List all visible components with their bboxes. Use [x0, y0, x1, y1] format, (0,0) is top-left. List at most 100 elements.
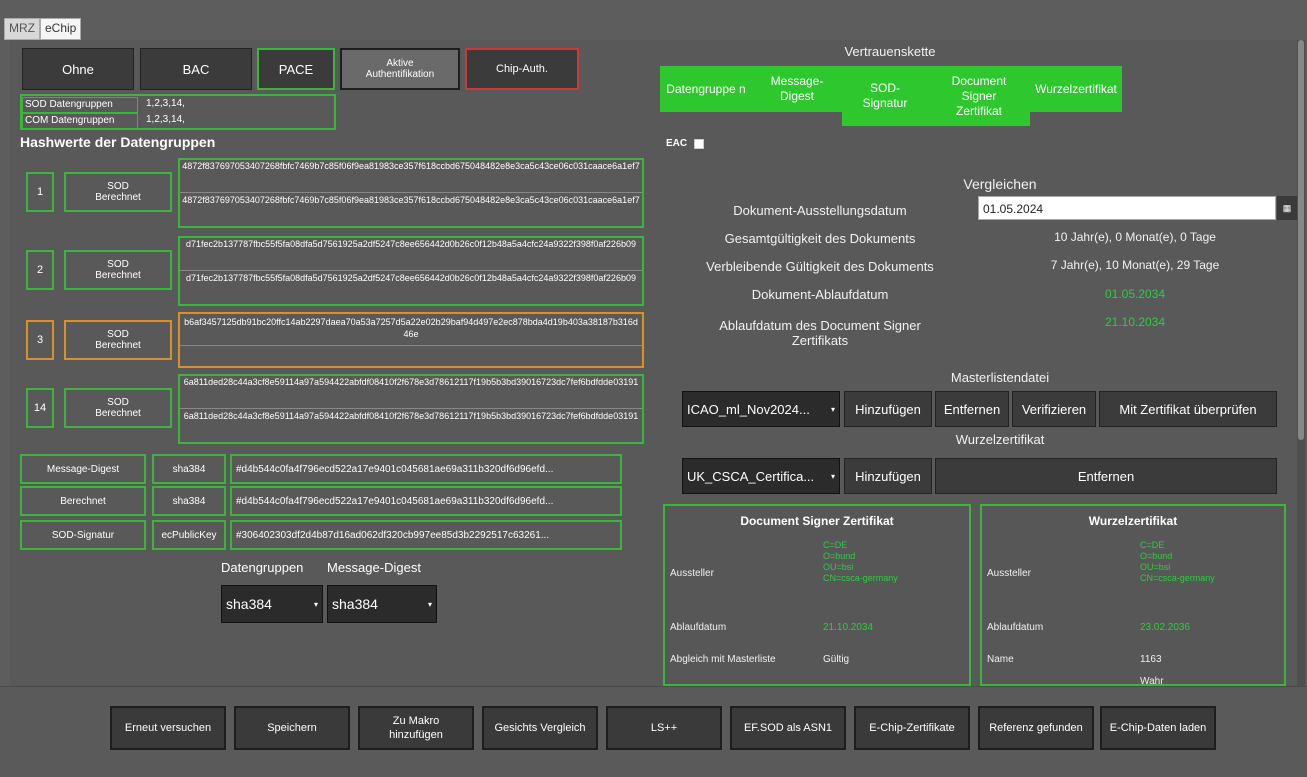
- root-expiry-label: Ablaufdatum: [987, 622, 1044, 633]
- total-validity-label: Gesamtgültigkeit des Dokuments: [724, 231, 916, 246]
- group-number: 3: [26, 320, 54, 360]
- group-label: SOD Berechnet: [64, 250, 172, 290]
- digest-row-value: #306402303df2d4b87d16ad062df320cb997ee85…: [230, 520, 622, 550]
- sod-datagroups-value: 1,2,3,14,: [146, 98, 185, 109]
- masterlist-remove-button[interactable]: Entfernen: [935, 391, 1009, 427]
- tab-echip[interactable]: eChip: [40, 18, 82, 40]
- ds-expiry-value: 21.10.2034: [1104, 315, 1166, 329]
- tab-mrz[interactable]: MRZ: [4, 18, 40, 40]
- add-to-macro-button[interactable]: Zu Makro hinzufügen: [358, 706, 474, 750]
- masterlist-check-button[interactable]: Mit Zertifikat überprüfen: [1099, 391, 1277, 427]
- root-cert-card-title: Wurzelzertifikat: [1088, 514, 1178, 528]
- masterlist-add-button[interactable]: Hinzufügen: [844, 391, 932, 427]
- group-label: SOD Berechnet: [64, 388, 172, 428]
- root-issuer-label: Aussteller: [987, 568, 1031, 579]
- masterlist-verify-button[interactable]: Verifizieren: [1012, 391, 1096, 427]
- chain-ds-certificate: Document Signer Zertifikat: [928, 66, 1030, 126]
- group-hash-box: 6a811ded28c44a3cf8e59114a97a594422abfdf0…: [178, 374, 644, 444]
- ds-issuer-label: Aussteller: [670, 568, 714, 579]
- com-datagroups-label: COM Datengruppen: [22, 113, 138, 129]
- auth-pace-button[interactable]: PACE: [257, 48, 335, 90]
- remaining-validity-value: 7 Jahr(e), 10 Monat(e), 29 Tage: [1050, 258, 1220, 272]
- masterlist-select[interactable]: ICAO_ml_Nov2024... ▾: [682, 391, 840, 427]
- auth-bac-button[interactable]: BAC: [140, 48, 252, 90]
- chevron-down-icon: ▾: [830, 404, 835, 414]
- ds-expiry-label: Ablaufdatum: [670, 622, 727, 633]
- root-issuer-cn: CN=csca-germany: [1140, 573, 1215, 583]
- root-name-label: Name: [987, 654, 1014, 665]
- ds-issuer-c: C=DE: [823, 540, 848, 550]
- root-cert-remove-button[interactable]: Entfernen: [935, 458, 1277, 494]
- issue-date-input[interactable]: 01.05.2024: [978, 196, 1276, 220]
- group-hash-box: b6af3457125db91bc20ffc14ab2297daea70a53a…: [178, 312, 644, 368]
- eac-label: EAC: [666, 138, 688, 149]
- ds-match-value: Gültig: [823, 654, 850, 665]
- load-echip-data-button[interactable]: E-Chip-Daten laden: [1100, 706, 1216, 750]
- chain-message-digest: Message-Digest: [752, 66, 842, 112]
- digest-row-algo: sha384: [152, 486, 226, 516]
- root-cert-file: UK_CSCA_Certifica...: [687, 468, 815, 484]
- computed-hash: [180, 347, 642, 365]
- face-compare-button[interactable]: Gesichts Vergleich: [482, 706, 598, 750]
- datagroups-algo-label: Datengruppen: [221, 560, 304, 575]
- chevron-down-icon: ▾: [313, 599, 318, 609]
- echip-certificates-button[interactable]: E-Chip-Zertifikate: [854, 706, 970, 750]
- scrollbar-thumb[interactable]: [1298, 40, 1304, 440]
- ds-match-label: Abgleich mit Masterliste: [670, 654, 776, 665]
- trust-chain-title: Vertrauenskette: [844, 44, 936, 59]
- remaining-validity-label: Verbleibende Gültigkeit des Dokuments: [706, 259, 934, 274]
- root-issuer-ou: OU=bsi: [1140, 562, 1171, 572]
- ls-plus-button[interactable]: LS++: [606, 706, 722, 750]
- save-button[interactable]: Speichern: [234, 706, 350, 750]
- digest-row-algo: sha384: [152, 454, 226, 484]
- auth-aktive-button[interactable]: Aktive Authentifikation: [340, 48, 460, 90]
- datagroups-algo-select[interactable]: sha384 ▾: [221, 585, 323, 623]
- root-name-value: 1163: [1140, 654, 1162, 665]
- chevron-down-icon: ▾: [427, 599, 432, 609]
- expiry-date-label: Dokument-Ablaufdatum: [751, 287, 889, 302]
- group-hash-box: 4872f837697053407268fbfc7469b7c85f06f9ea…: [178, 158, 644, 228]
- root-issuer-c: C=DE: [1140, 540, 1165, 550]
- vertical-scrollbar[interactable]: [1297, 40, 1305, 686]
- chain-sod-signature: SOD-Signatur: [842, 66, 928, 126]
- ds-issuer-o: O=bund: [823, 551, 856, 561]
- digest-row-label: Berechnet: [20, 486, 146, 516]
- sod-hash: d71fec2b137787fbc55f5fa08dfa5d7561925a2d…: [180, 238, 642, 271]
- total-validity-value: 10 Jahr(e), 0 Monat(e), 0 Tage: [1054, 230, 1216, 244]
- ds-issuer-cn: CN=csca-germany: [823, 573, 898, 583]
- digest-row-value: #d4b544c0fa4f796ecd522a17e9401c045681ae6…: [230, 454, 622, 484]
- computed-hash: d71fec2b137787fbc55f5fa08dfa5d7561925a2d…: [186, 273, 636, 283]
- expiry-date-value: 01.05.2034: [1104, 287, 1166, 301]
- group-number: 2: [26, 250, 54, 290]
- eac-checkbox[interactable]: [694, 139, 704, 149]
- retry-button[interactable]: Erneut versuchen: [110, 706, 226, 750]
- group-number: 1: [26, 172, 54, 212]
- masterlist-file: ICAO_ml_Nov2024...: [687, 401, 810, 417]
- ds-certificate-card: Document Signer Zertifikat Aussteller C=…: [663, 504, 971, 686]
- auth-chip-button[interactable]: Chip-Auth.: [465, 48, 579, 90]
- compare-title: Vergleichen: [963, 176, 1037, 192]
- group-label: SOD Berechnet: [64, 320, 172, 360]
- chain-datagroups: Datengruppe n: [660, 66, 752, 112]
- auth-ohne-button[interactable]: Ohne: [22, 48, 134, 90]
- group-label: SOD Berechnet: [64, 172, 172, 212]
- ds-expiry-value: 21.10.2034: [823, 622, 874, 633]
- com-datagroups-value: 1,2,3,14,: [146, 114, 185, 125]
- digest-row-algo: ecPublicKey: [152, 520, 226, 550]
- root-issuer-o: O=bund: [1140, 551, 1173, 561]
- reference-found-button[interactable]: Referenz gefunden: [978, 706, 1094, 750]
- root-cert-title: Wurzelzertifikat: [955, 432, 1045, 447]
- sod-hash: 4872f837697053407268fbfc7469b7c85f06f9ea…: [180, 160, 642, 193]
- ds-expiry-label: Ablaufdatum des Document Signer Zertifik…: [719, 318, 921, 348]
- root-cert-select[interactable]: UK_CSCA_Certifica... ▾: [682, 458, 840, 494]
- computed-hash: 4872f837697053407268fbfc7469b7c85f06f9ea…: [182, 195, 640, 205]
- root-cert-add-button[interactable]: Hinzufügen: [844, 458, 932, 494]
- calendar-icon[interactable]: ▦: [1277, 196, 1297, 220]
- message-digest-algo-select[interactable]: sha384 ▾: [327, 585, 437, 623]
- datagroups-algo-value: sha384: [226, 596, 272, 612]
- tab-bar: MRZ eChip: [4, 18, 82, 40]
- datagroup-list-box: SOD Datengruppen 1,2,3,14, COM Datengrup…: [20, 94, 336, 130]
- sod-hash: 6a811ded28c44a3cf8e59114a97a594422abfdf0…: [180, 376, 642, 409]
- hash-section-title: Hashwerte der Datengruppen: [20, 134, 216, 150]
- ef-sod-asn1-button[interactable]: EF.SOD als ASN1: [730, 706, 846, 750]
